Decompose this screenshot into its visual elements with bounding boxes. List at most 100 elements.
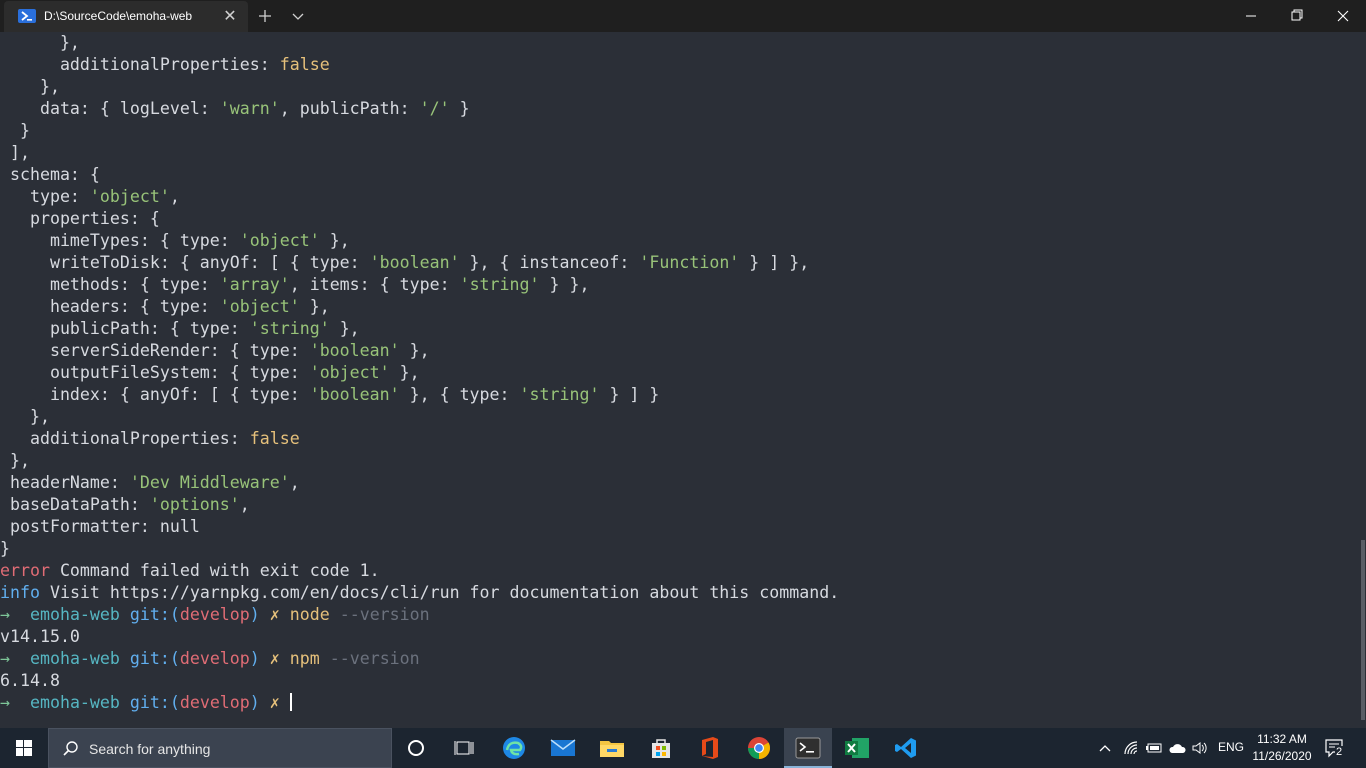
vscode-icon <box>895 738 916 758</box>
terminal-line: mimeTypes: { type: 'object' }, <box>0 230 839 252</box>
terminal-token: }, <box>389 363 420 382</box>
terminal-token: , <box>169 187 180 206</box>
show-hidden-icons-button[interactable] <box>1094 728 1116 768</box>
store-button[interactable] <box>637 728 685 768</box>
terminal-token: }, <box>329 319 360 338</box>
mail-button[interactable] <box>539 728 587 768</box>
terminal-token: ✗ <box>259 693 290 712</box>
taskbar-search[interactable]: Search for anything <box>48 728 392 768</box>
terminal-token: headers: { type: <box>0 297 220 316</box>
task-view-button[interactable] <box>440 728 488 768</box>
terminal-token: --version <box>319 649 420 668</box>
file-explorer-button[interactable] <box>588 728 636 768</box>
terminal-line: type: 'object', <box>0 186 839 208</box>
terminal-token: , <box>239 495 250 514</box>
terminal-token: } <box>0 121 30 140</box>
notification-count: 2 <box>1335 746 1344 758</box>
terminal-line: schema: { <box>0 164 839 186</box>
terminal-token: ) <box>249 605 260 624</box>
terminal-token: postFormatter: null <box>0 517 200 536</box>
terminal-token: v14.15.0 <box>0 627 80 646</box>
volume-button[interactable] <box>1189 728 1211 768</box>
terminal-token: additionalProperties: <box>0 429 250 448</box>
terminal-token: Visit https://yarnpkg.com/en/docs/cli/ru… <box>39 583 840 602</box>
terminal-token: 6.14.8 <box>0 671 60 690</box>
terminal-token: false <box>249 429 300 448</box>
terminal-token: serverSideRender: { type: <box>0 341 310 360</box>
terminal-token: } }, <box>539 275 590 294</box>
terminal-line: }, <box>0 76 839 98</box>
terminal-token: node <box>289 605 330 624</box>
terminal-line: publicPath: { type: 'string' }, <box>0 318 839 340</box>
terminal-token: } <box>0 539 10 558</box>
terminal-token: false <box>279 55 330 74</box>
terminal-line: additionalProperties: false <box>0 428 839 450</box>
close-window-button[interactable] <box>1320 0 1366 32</box>
minimize-button[interactable] <box>1228 0 1274 32</box>
excel-button[interactable] <box>833 728 881 768</box>
terminal-token: 'boolean' <box>369 253 460 272</box>
terminal-output: }, additionalProperties: false }, data: … <box>0 32 839 714</box>
terminal-token: develop <box>179 693 250 712</box>
tab-dropdown-button[interactable] <box>286 3 310 29</box>
clock-date: 11/26/2020 <box>1252 749 1312 763</box>
edge-button[interactable] <box>490 728 538 768</box>
onedrive-icon <box>1169 744 1186 753</box>
terminal-token: npm <box>289 649 320 668</box>
onedrive-button[interactable] <box>1166 728 1188 768</box>
terminal-line: serverSideRender: { type: 'boolean' }, <box>0 340 839 362</box>
maximize-button[interactable] <box>1274 0 1320 32</box>
terminal-token: properties: { <box>0 209 160 228</box>
cortana-button[interactable] <box>392 728 440 768</box>
windows-logo-icon <box>16 740 32 756</box>
terminal-token: }, <box>0 451 30 470</box>
terminal-token: , items: { type: <box>289 275 460 294</box>
terminal-line: additionalProperties: false <box>0 54 839 76</box>
terminal-icon <box>795 737 821 759</box>
terminal-token: 'warn' <box>219 99 280 118</box>
terminal-token: writeToDisk: { anyOf: [ { type: <box>0 253 370 272</box>
chrome-button[interactable] <box>735 728 783 768</box>
close-tab-button[interactable]: ✕ <box>218 5 242 29</box>
terminal-line: outputFileSystem: { type: 'object' }, <box>0 362 839 384</box>
terminal-token: } <box>449 99 470 118</box>
terminal-token: baseDataPath: <box>0 495 150 514</box>
action-center-button[interactable]: 2 <box>1318 728 1352 768</box>
terminal-token: 'boolean' <box>309 341 400 360</box>
terminal-line: headers: { type: 'object' }, <box>0 296 839 318</box>
terminal-token: outputFileSystem: { type: <box>0 363 310 382</box>
terminal-line: }, <box>0 406 839 428</box>
terminal-line: data: { logLevel: 'warn', publicPath: '/… <box>0 98 839 120</box>
vscode-button[interactable] <box>882 728 930 768</box>
terminal-token: schema: { <box>0 165 100 184</box>
terminal-token: }, <box>0 407 50 426</box>
new-tab-button[interactable] <box>252 3 278 29</box>
input-language[interactable]: ENG <box>1218 740 1244 754</box>
terminal-line: → emoha-web git:(develop) ✗ <box>0 692 839 714</box>
terminal-token: Command failed with exit code 1. <box>49 561 380 580</box>
tab-title: D:\SourceCode\emoha-web <box>44 9 193 23</box>
terminal-token: 'array' <box>219 275 290 294</box>
terminal-token: --version <box>329 605 430 624</box>
terminal-pane[interactable]: }, additionalProperties: false }, data: … <box>0 32 1366 728</box>
terminal-tab[interactable]: D:\SourceCode\emoha-web ✕ <box>4 1 248 32</box>
terminal-button[interactable] <box>784 728 832 768</box>
chrome-icon <box>748 737 770 759</box>
terminal-token: 'string' <box>519 385 600 404</box>
scrollbar[interactable] <box>1361 540 1365 720</box>
terminal-token: 'object' <box>309 363 390 382</box>
start-button[interactable] <box>0 728 48 768</box>
terminal-token: } ] } <box>599 385 660 404</box>
terminal-token: } ] }, <box>739 253 810 272</box>
office-button[interactable] <box>686 728 734 768</box>
terminal-token: git:( <box>129 649 180 668</box>
terminal-token: index: { anyOf: [ { type: <box>0 385 310 404</box>
terminal-line: } <box>0 120 839 142</box>
terminal-token: → <box>0 605 10 624</box>
terminal-line: error Command failed with exit code 1. <box>0 560 839 582</box>
battery-button[interactable] <box>1143 728 1165 768</box>
wifi-button[interactable] <box>1120 728 1142 768</box>
terminal-token: 'string' <box>459 275 540 294</box>
terminal-line: properties: { <box>0 208 839 230</box>
terminal-line: writeToDisk: { anyOf: [ { type: 'boolean… <box>0 252 839 274</box>
